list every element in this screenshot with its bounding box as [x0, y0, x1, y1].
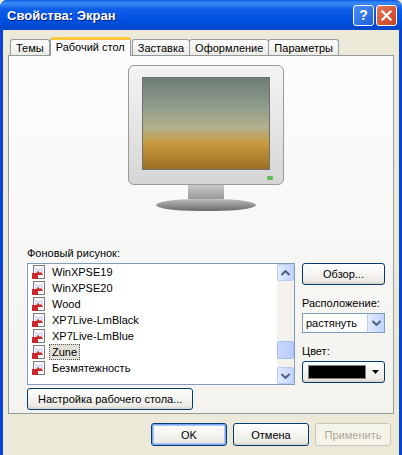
tab[interactable]: Параметры	[268, 39, 339, 55]
tab[interactable]: Оформление	[189, 39, 269, 55]
title-bar: Свойства: Экран?	[0, 0, 402, 30]
image-file-icon	[31, 344, 47, 360]
scroll-down-button[interactable]	[277, 367, 294, 384]
down-arrow-icon	[281, 373, 290, 379]
wallpaper-item[interactable]: Wood	[28, 296, 277, 312]
options-column: Обзор... Расположение: растянуть Цвет:	[302, 263, 385, 385]
tab[interactable]: Заставка	[132, 39, 190, 55]
position-select[interactable]: растянуть	[302, 313, 385, 333]
tab[interactable]: Темы	[10, 39, 50, 55]
color-picker-button[interactable]	[302, 361, 385, 383]
tab-panel: Фоновый рисунок:WinXPSE19WinXPSE20WoodXP…	[8, 55, 394, 414]
monitor-base	[156, 199, 256, 211]
dialog-body: ТемыРабочий столЗаставкаОформлениеПараме…	[3, 30, 399, 455]
scroll-track[interactable]	[277, 281, 294, 367]
wallpaper-list[interactable]: WinXPSE19WinXPSE20WoodXP7Live-LmBlackXP7…	[27, 263, 295, 385]
dialog-button[interactable]: OK	[151, 423, 227, 446]
wallpaper-label: Фоновый рисунок:	[27, 247, 385, 260]
dropdown-arrow-icon	[372, 370, 379, 374]
wallpaper-item[interactable]: XP7Live-LmBlack	[28, 312, 277, 328]
dropdown-button[interactable]	[367, 314, 384, 332]
browse-button[interactable]: Обзор...	[302, 263, 385, 285]
wallpaper-name: Zune	[49, 344, 80, 360]
power-led-icon	[267, 176, 273, 180]
tab[interactable]: Рабочий стол	[50, 37, 131, 56]
wallpaper-items: WinXPSE19WinXPSE20WoodXP7Live-LmBlackXP7…	[28, 264, 277, 384]
position-value: растянуть	[303, 314, 367, 332]
close-button[interactable]	[376, 5, 397, 26]
dialog-buttons: OK Отмена Применить	[8, 414, 394, 455]
monitor-preview	[27, 65, 385, 243]
close-icon	[381, 10, 392, 21]
wallpaper-item[interactable]: Zune	[28, 344, 277, 360]
image-file-icon	[31, 360, 47, 376]
wallpaper-preview	[142, 77, 270, 170]
help-button[interactable]: ?	[353, 5, 374, 26]
monitor-neck	[188, 185, 224, 199]
wallpaper-item[interactable]: WinXPSE20	[28, 280, 277, 296]
scrollbar[interactable]	[277, 264, 294, 384]
wallpaper-name: WinXPSE20	[49, 280, 116, 296]
position-label: Расположение:	[302, 297, 385, 310]
wallpaper-row: WinXPSE19WinXPSE20WoodXP7Live-LmBlackXP7…	[27, 263, 385, 385]
wallpaper-name: Безмятежность	[49, 360, 133, 376]
scroll-thumb[interactable]	[277, 341, 294, 359]
wallpaper-name: XP7Live-LmBlue	[49, 328, 137, 344]
customize-desktop-button[interactable]: Настройка рабочего стола...	[27, 388, 193, 410]
scroll-up-button[interactable]	[277, 264, 294, 281]
window-controls: ?	[353, 5, 397, 26]
wallpaper-item[interactable]: Безмятежность	[28, 360, 277, 376]
monitor-icon	[128, 65, 284, 185]
dialog-button: Применить	[315, 423, 391, 446]
display-properties-window: Свойства: Экран? ТемыРабочий столЗаставка…	[0, 0, 402, 455]
image-file-icon	[31, 280, 47, 296]
image-file-icon	[31, 264, 47, 280]
image-file-icon	[31, 296, 47, 312]
image-file-icon	[31, 328, 47, 344]
tab-strip: ТемыРабочий столЗаставкаОформлениеПараме…	[8, 37, 394, 55]
wallpaper-name: WinXPSE19	[49, 264, 116, 280]
wallpaper-name: XP7Live-LmBlack	[49, 312, 142, 328]
image-file-icon	[31, 312, 47, 328]
up-arrow-icon	[281, 270, 290, 276]
color-swatch	[308, 365, 366, 379]
window-title: Свойства: Экран	[7, 8, 116, 23]
dropdown-arrow-icon	[372, 320, 381, 326]
wallpaper-name: Wood	[49, 296, 84, 312]
wallpaper-item[interactable]: WinXPSE19	[28, 264, 277, 280]
color-label: Цвет:	[302, 345, 385, 358]
dialog-button[interactable]: Отмена	[233, 423, 309, 446]
wallpaper-item[interactable]: XP7Live-LmBlue	[28, 328, 277, 344]
